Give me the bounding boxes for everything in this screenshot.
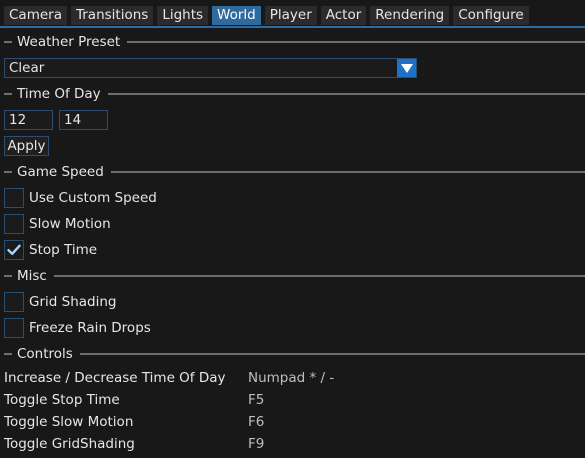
tab-world[interactable]: World	[212, 6, 261, 25]
tab-player[interactable]: Player	[264, 6, 317, 25]
control-action: Increase / Decrease Time Of Day	[4, 370, 226, 386]
section-label: Game Speed	[17, 164, 104, 180]
tab-lights[interactable]: Lights	[157, 6, 209, 25]
section-time-of-day: Time Of Day	[4, 86, 585, 102]
checkbox-box[interactable]	[4, 292, 24, 312]
control-row: Toggle GridShading F9	[4, 435, 264, 453]
section-misc: Misc	[4, 268, 585, 284]
section-label: Controls	[17, 346, 73, 362]
separator-dash	[4, 171, 12, 173]
use-custom-speed-checkbox[interactable]: Use Custom Speed	[4, 188, 157, 208]
separator-line	[107, 93, 585, 95]
tab-rendering[interactable]: Rendering	[370, 6, 450, 25]
control-key: F6	[248, 414, 265, 430]
section-label: Weather Preset	[17, 34, 121, 50]
separator-dash	[4, 41, 12, 43]
checkmark-icon	[7, 244, 21, 255]
control-action: Toggle Stop Time	[4, 392, 120, 408]
control-key: F5	[248, 392, 265, 408]
apply-button[interactable]: Apply	[4, 136, 49, 156]
checkbox-label: Freeze Rain Drops	[29, 320, 151, 336]
checkbox-label: Grid Shading	[29, 294, 117, 310]
control-key: F9	[248, 436, 265, 452]
separator-line	[110, 171, 585, 173]
section-label: Misc	[17, 268, 47, 284]
grid-shading-checkbox[interactable]: Grid Shading	[4, 292, 116, 312]
control-row: Increase / Decrease Time Of Day Numpad *…	[4, 369, 334, 387]
control-action: Toggle Slow Motion	[4, 414, 134, 430]
checkbox-box[interactable]	[4, 214, 24, 234]
checkbox-label: Use Custom Speed	[29, 190, 157, 206]
tab-configure[interactable]: Configure	[453, 6, 529, 25]
checkbox-label: Slow Motion	[29, 216, 111, 232]
weather-preset-value: Clear	[9, 60, 45, 76]
separator-line	[79, 353, 585, 355]
hour-input[interactable]: 12	[4, 110, 53, 130]
control-key: Numpad * / -	[248, 370, 335, 386]
chevron-down-icon	[400, 63, 413, 73]
separator-dash	[4, 353, 12, 355]
section-label: Time Of Day	[17, 86, 101, 102]
slow-motion-checkbox[interactable]: Slow Motion	[4, 214, 111, 234]
checkbox-box[interactable]	[4, 188, 24, 208]
separator-dash	[4, 275, 12, 277]
freeze-rain-drops-checkbox[interactable]: Freeze Rain Drops	[4, 318, 151, 338]
dropdown-arrow-button[interactable]	[397, 59, 416, 77]
tab-actor[interactable]: Actor	[320, 6, 367, 25]
separator-line	[53, 275, 585, 277]
checkbox-box[interactable]	[4, 240, 24, 260]
checkbox-box[interactable]	[4, 318, 24, 338]
tab-underline	[0, 26, 585, 28]
section-weather-preset: Weather Preset	[4, 34, 585, 50]
tab-bar: Camera Transitions Lights World Player A…	[4, 6, 529, 26]
tab-transitions[interactable]: Transitions	[70, 6, 154, 25]
tab-camera[interactable]: Camera	[4, 6, 67, 25]
control-row: Toggle Stop Time F5	[4, 391, 264, 409]
minute-input[interactable]: 14	[59, 110, 108, 130]
separator-line	[127, 41, 585, 43]
stop-time-checkbox[interactable]: Stop Time	[4, 240, 97, 260]
control-action: Toggle GridShading	[4, 436, 135, 452]
weather-preset-dropdown[interactable]: Clear	[4, 58, 417, 78]
separator-dash	[4, 93, 12, 95]
control-row: Toggle Slow Motion F6	[4, 413, 264, 431]
section-controls: Controls	[4, 346, 585, 362]
checkbox-label: Stop Time	[29, 242, 98, 258]
section-game-speed: Game Speed	[4, 164, 585, 180]
